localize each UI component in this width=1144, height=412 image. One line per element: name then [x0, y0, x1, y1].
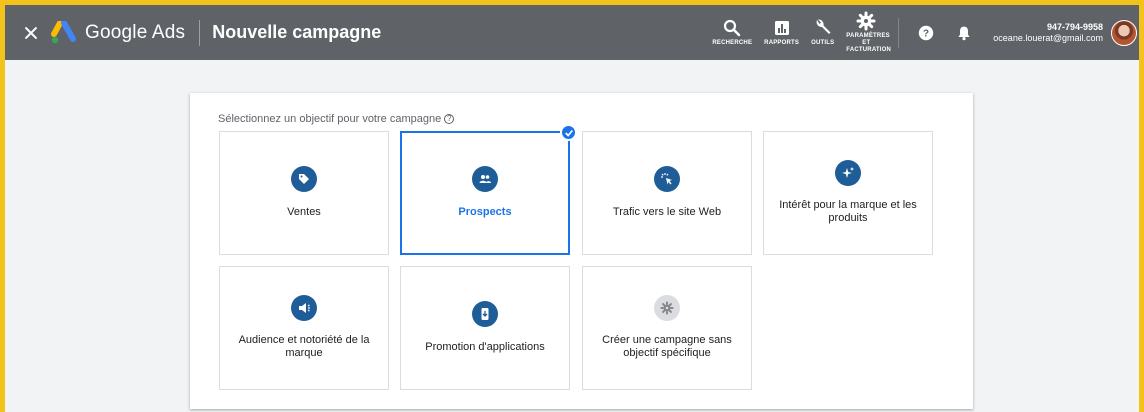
header-divider-right — [898, 17, 900, 48]
bell-icon — [958, 26, 970, 40]
wrench-icon — [816, 19, 831, 34]
objective-label: Audience et notoriété de la marque — [238, 334, 370, 359]
objective-card-audience[interactable]: Audience et notoriété de la marque — [219, 266, 389, 390]
tools-tool-button[interactable]: OUTILS — [811, 18, 834, 47]
objective-card-sans-objectif[interactable]: Créer une campagne sans objectif spécifi… — [582, 266, 752, 390]
objective-card-interet[interactable]: Intérêt pour la marque et les produits — [763, 131, 933, 255]
help-icon: ? — [919, 25, 934, 40]
sparkle-icon — [835, 160, 861, 186]
objective-label: Créer une campagne sans objectif spécifi… — [602, 334, 732, 359]
svg-text:?: ? — [923, 28, 929, 39]
top-bar: Google Ads Nouvelle campagne RECHERCHE R… — [5, 5, 1139, 60]
search-icon — [724, 19, 741, 37]
objective-card-ventes[interactable]: Ventes — [219, 131, 389, 255]
objective-panel: Sélectionnez un objectif pour votre camp… — [190, 93, 973, 409]
tools-tool-label: OUTILS — [811, 40, 835, 46]
objective-label: Ventes — [287, 206, 321, 218]
gear-icon — [654, 295, 680, 321]
settings-billing-tool-button[interactable]: PARAMÈTRES ET FACTURATION — [846, 11, 892, 54]
close-icon[interactable] — [21, 23, 41, 43]
notifications-button[interactable] — [953, 22, 975, 44]
objective-card-prospects[interactable]: Prospects — [400, 124, 577, 255]
objective-prompt-text: Sélectionnez un objectif pour votre camp… — [218, 113, 442, 125]
account-info[interactable]: 947-794-9958 oceane.louerat@gmail.com — [993, 22, 1103, 44]
header-tools: RECHERCHE RAPPORTS OUTILS PARAMÈTRES ET … — [706, 5, 1139, 60]
reports-icon — [774, 21, 789, 35]
objective-card-trafic[interactable]: Trafic vers le site Web — [582, 131, 752, 255]
objective-card-applications[interactable]: Promotion d'applications — [400, 266, 570, 390]
search-tool-button[interactable]: RECHERCHE — [712, 18, 752, 47]
objective-prompt: Sélectionnez un objectif pour votre camp… — [218, 113, 455, 125]
avatar[interactable] — [1111, 19, 1137, 46]
objective-label: Promotion d'applications — [425, 341, 545, 353]
search-tool-label: RECHERCHE — [712, 40, 753, 46]
objective-label: Trafic vers le site Web — [612, 206, 722, 218]
reports-tool-button[interactable]: RAPPORTS — [764, 18, 799, 47]
account-email: oceane.louerat@gmail.com — [993, 32, 1103, 43]
phone-download-icon — [472, 301, 498, 327]
cursor-click-icon — [654, 166, 680, 192]
help-circle-icon[interactable]: ? — [444, 114, 455, 124]
header-divider — [199, 19, 201, 46]
account-phone: 947-794-9958 — [1046, 21, 1103, 32]
settings-billing-tool-label: PARAMÈTRES ET FACTURATION — [846, 33, 892, 53]
checkmark-icon — [560, 124, 577, 141]
objective-label: Prospects — [458, 206, 512, 218]
megaphone-icon — [291, 295, 317, 321]
reports-tool-label: RAPPORTS — [764, 40, 800, 46]
people-icon — [472, 166, 498, 192]
help-button[interactable]: ? — [915, 22, 937, 44]
brand-name: Google Ads — [85, 21, 186, 43]
objective-label: Intérêt pour la marque et les produits — [779, 199, 917, 224]
google-ads-logo-icon — [51, 20, 76, 43]
gear-icon — [856, 11, 876, 31]
tag-icon — [291, 166, 317, 192]
page-title: Nouvelle campagne — [212, 22, 382, 42]
